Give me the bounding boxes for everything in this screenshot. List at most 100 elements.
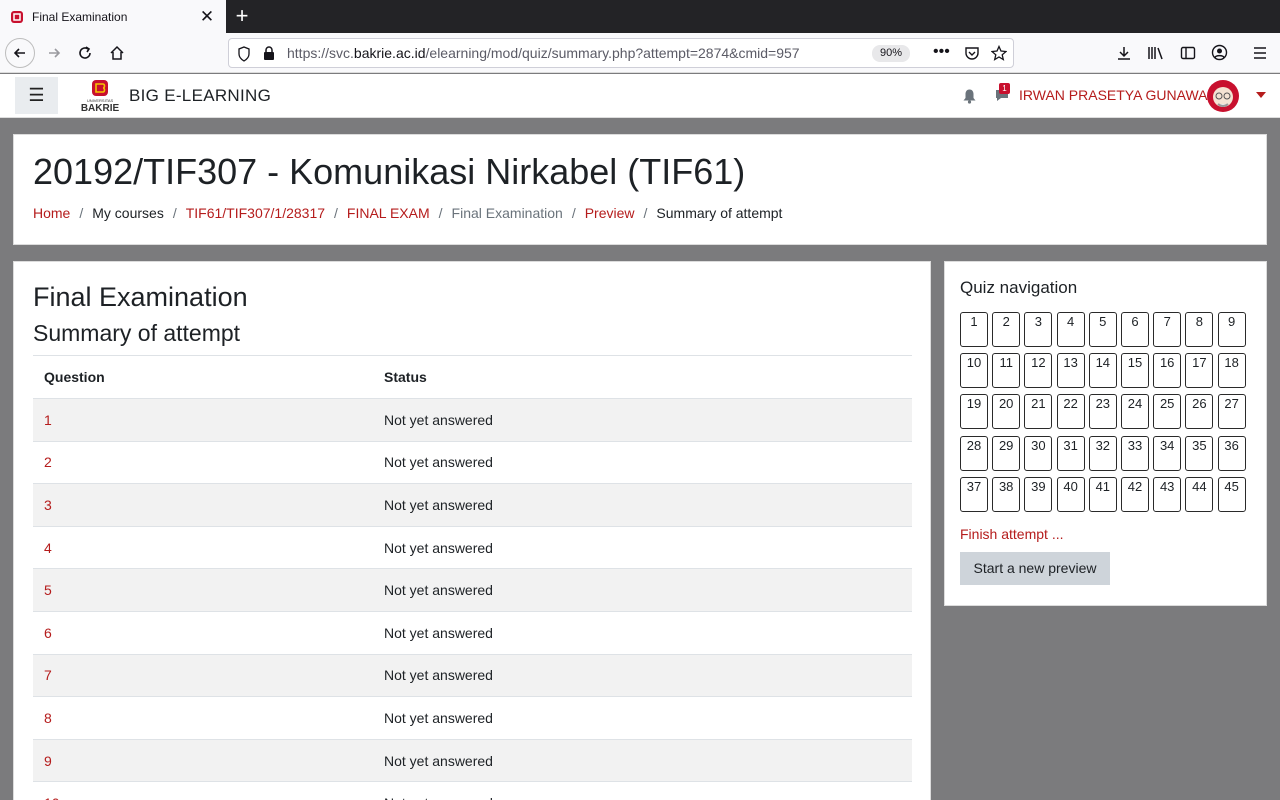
question-link[interactable]: 10 [33, 781, 373, 800]
breadcrumb-section[interactable]: FINAL EXAM [347, 205, 430, 221]
quiz-nav-question-button[interactable]: 41 [1088, 476, 1117, 512]
quiz-nav-question-button[interactable]: 40 [1056, 476, 1085, 512]
breadcrumb-course[interactable]: TIF61/TIF307/1/28317 [186, 205, 325, 221]
start-new-preview-button[interactable]: Start a new preview [960, 552, 1110, 585]
question-link[interactable]: 5 [33, 568, 373, 612]
quiz-nav-question-button[interactable]: 11 [992, 353, 1021, 389]
question-link[interactable]: 3 [33, 483, 373, 527]
bookmark-star-icon[interactable] [991, 45, 1007, 61]
quiz-nav-question-button[interactable]: 24 [1121, 394, 1149, 430]
browser-tab[interactable]: Final Examination ✕ [0, 0, 226, 33]
column-header-status: Status [373, 355, 912, 399]
course-title: 20192/TIF307 - Komunikasi Nirkabel (TIF6… [33, 151, 746, 192]
quiz-nav-question-button[interactable]: 15 [1121, 353, 1149, 389]
quiz-nav-question-button[interactable]: 35 [1185, 435, 1214, 471]
quiz-nav-question-button[interactable]: 5 [1088, 312, 1117, 347]
quiz-nav-question-button[interactable]: 6 [1121, 312, 1149, 347]
quiz-nav-question-button[interactable]: 7 [1153, 312, 1182, 347]
new-tab-icon[interactable]: + [229, 3, 255, 29]
forward-button[interactable] [39, 38, 69, 68]
sidebar-toggle-icon[interactable] [1180, 45, 1196, 61]
quiz-nav-question-button[interactable]: 45 [1217, 476, 1246, 512]
question-link[interactable]: 8 [33, 696, 373, 740]
quiz-nav-question-button[interactable]: 29 [992, 435, 1021, 471]
back-button[interactable] [5, 38, 35, 68]
page-actions-icon[interactable]: ••• [933, 43, 950, 61]
account-icon[interactable] [1211, 44, 1228, 61]
browser-toolbar: https://svc.bakrie.ac.id/elearning/mod/q… [0, 33, 1280, 73]
quiz-nav-question-button[interactable]: 21 [1024, 394, 1053, 430]
quiz-nav-question-button[interactable]: 18 [1217, 353, 1246, 389]
universitas-bakrie-logo[interactable]: UNIVERSITAS BAKRIE [76, 79, 124, 113]
quiz-nav-question-button[interactable]: 36 [1217, 435, 1246, 471]
home-button[interactable] [102, 38, 132, 68]
quiz-nav-question-button[interactable]: 2 [992, 312, 1021, 347]
quiz-nav-question-button[interactable]: 9 [1217, 312, 1246, 347]
close-tab-icon[interactable]: ✕ [194, 7, 220, 27]
menu-icon[interactable] [1253, 45, 1267, 61]
quiz-nav-question-button[interactable]: 3 [1024, 312, 1053, 347]
user-menu-name[interactable]: IRWAN PRASETYA GUNAWAN [1019, 87, 1218, 103]
breadcrumb-preview[interactable]: Preview [585, 205, 635, 221]
quiz-nav-question-button[interactable]: 12 [1024, 353, 1053, 389]
quiz-nav-question-button[interactable]: 33 [1121, 435, 1149, 471]
zoom-indicator[interactable]: 90% [872, 45, 910, 62]
quiz-nav-question-button[interactable]: 39 [1024, 476, 1053, 512]
quiz-nav-question-button[interactable]: 32 [1088, 435, 1117, 471]
quiz-nav-question-button[interactable]: 10 [960, 353, 988, 389]
question-status: Not yet answered [373, 398, 912, 442]
question-link[interactable]: 7 [33, 653, 373, 697]
pocket-icon[interactable] [964, 45, 980, 61]
quiz-nav-question-button[interactable]: 28 [960, 435, 988, 471]
quiz-nav-question-button[interactable]: 14 [1088, 353, 1117, 389]
quiz-nav-question-button[interactable]: 26 [1185, 394, 1214, 430]
quiz-nav-question-button[interactable]: 23 [1088, 394, 1117, 430]
quiz-nav-question-button[interactable]: 19 [960, 394, 988, 430]
user-menu-caret-icon[interactable] [1256, 92, 1266, 98]
drawer-toggle-button[interactable]: ☰ [15, 77, 58, 114]
column-header-question: Question [33, 355, 373, 399]
breadcrumb-home[interactable]: Home [33, 205, 70, 221]
quiz-nav-question-button[interactable]: 43 [1153, 476, 1182, 512]
quiz-nav-question-button[interactable]: 38 [992, 476, 1021, 512]
quiz-nav-question-button[interactable]: 4 [1056, 312, 1085, 347]
question-status: Not yet answered [373, 696, 912, 740]
quiz-nav-question-button[interactable]: 42 [1121, 476, 1149, 512]
quiz-nav-question-button[interactable]: 13 [1056, 353, 1085, 389]
quiz-nav-question-button[interactable]: 34 [1153, 435, 1182, 471]
table-row: 7 Not yet answered [33, 653, 912, 697]
question-status: Not yet answered [373, 483, 912, 527]
quiz-nav-question-button[interactable]: 22 [1056, 394, 1085, 430]
library-icon[interactable] [1147, 45, 1165, 61]
messages-count-badge: 1 [999, 83, 1010, 94]
quiz-nav-question-button[interactable]: 25 [1153, 394, 1182, 430]
quiz-nav-question-button[interactable]: 17 [1185, 353, 1214, 389]
question-link[interactable]: 2 [33, 440, 373, 484]
finish-attempt-link[interactable]: Finish attempt ... [960, 526, 1063, 542]
lock-icon[interactable] [263, 46, 275, 61]
table-row: 9 Not yet answered [33, 738, 912, 782]
quiz-nav-question-button[interactable]: 1 [960, 312, 988, 347]
question-link[interactable]: 4 [33, 525, 373, 569]
breadcrumb-my-courses: My courses [92, 205, 164, 221]
reload-button[interactable] [70, 38, 100, 68]
question-status: Not yet answered [373, 738, 912, 782]
quiz-nav-question-button[interactable]: 30 [1024, 435, 1053, 471]
quiz-nav-question-button[interactable]: 20 [992, 394, 1021, 430]
address-bar[interactable]: https://svc.bakrie.ac.id/elearning/mod/q… [228, 38, 1014, 68]
quiz-nav-question-button[interactable]: 8 [1185, 312, 1214, 347]
quiz-nav-question-button[interactable]: 44 [1185, 476, 1214, 512]
question-link[interactable]: 1 [33, 398, 373, 442]
question-link[interactable]: 9 [33, 738, 373, 782]
quiz-nav-question-button[interactable]: 37 [960, 476, 988, 512]
user-avatar[interactable] [1207, 80, 1239, 112]
site-name[interactable]: BIG E-LEARNING [129, 86, 271, 106]
question-link[interactable]: 6 [33, 610, 373, 655]
quiz-nav-question-button[interactable]: 31 [1056, 435, 1085, 471]
breadcrumb-quiz[interactable]: Final Examination [452, 205, 563, 221]
shield-icon[interactable] [237, 46, 251, 62]
notifications-bell-icon[interactable] [962, 88, 977, 104]
downloads-icon[interactable] [1116, 45, 1132, 61]
quiz-nav-question-button[interactable]: 16 [1153, 353, 1182, 389]
quiz-nav-question-button[interactable]: 27 [1217, 394, 1246, 430]
